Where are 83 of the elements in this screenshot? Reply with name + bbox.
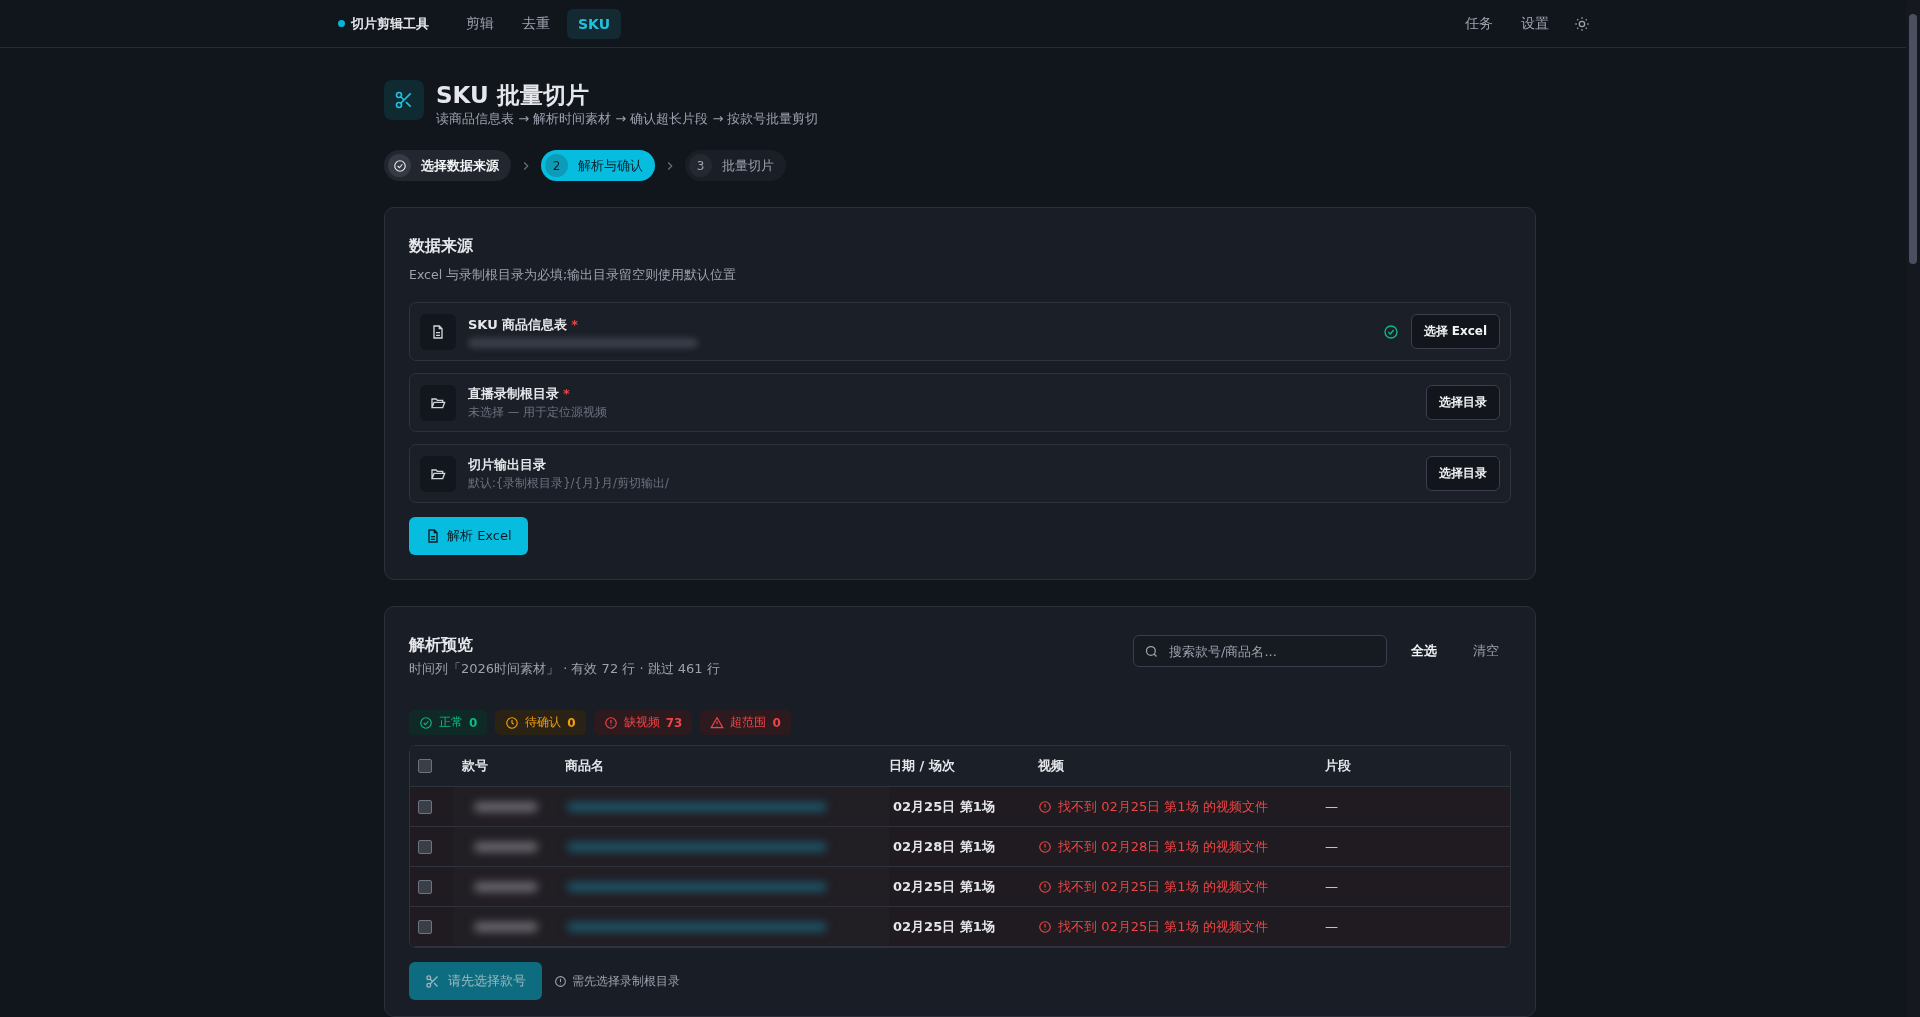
- required-mark: *: [571, 316, 579, 332]
- video-status: 找不到 02月28日 第1场 的视频文件: [1038, 837, 1325, 856]
- status-chip[interactable]: 缺视频 73: [593, 710, 693, 735]
- select-all-checkbox[interactable]: [418, 759, 432, 773]
- video-status: 找不到 02月25日 第1场 的视频文件: [1038, 797, 1325, 816]
- table-cell-text: 02月25日 第1场: [892, 877, 996, 896]
- document-icon: [425, 528, 441, 544]
- choose-button[interactable]: 选择 Excel: [1410, 314, 1500, 349]
- table-cell-text: —: [1325, 799, 1339, 814]
- card-description: Excel 与录制根目录为必填;输出目录留空则使用默认位置: [409, 267, 738, 284]
- step-pill[interactable]: 选择数据来源: [384, 150, 511, 181]
- table-cell-text: —: [1325, 879, 1339, 894]
- step-pill[interactable]: 3 批量切片: [685, 150, 786, 181]
- required-mark: *: [563, 386, 570, 401]
- nav-tab[interactable]: 剪辑: [455, 7, 505, 40]
- preview-summary: 时间列「2026时间素材」 · 有效 72 行 · 跳过 461 行: [409, 660, 720, 678]
- status-chip[interactable]: 超范围 0: [700, 710, 791, 735]
- scissors-icon: [384, 80, 424, 120]
- blurred-sku: [474, 801, 538, 812]
- select-all-button[interactable]: 全选: [1399, 636, 1449, 666]
- alert-icon: [1038, 879, 1052, 894]
- scissors-icon: [425, 973, 440, 989]
- document-icon: [420, 313, 456, 350]
- column-header: 商品名: [564, 757, 605, 775]
- field-hint: 默认:{录制根目录}/{月}月/剪切输出/: [468, 476, 670, 491]
- alert-icon: [1038, 919, 1052, 934]
- status-icon: [505, 715, 520, 730]
- choose-button[interactable]: 选择目录: [1426, 385, 1500, 420]
- folder-icon: [420, 455, 456, 492]
- blurred-sku: [474, 921, 538, 932]
- field-hint: 未选择 — 用于定位源视频: [468, 405, 608, 420]
- column-header: 日期 / 场次: [889, 757, 956, 775]
- alert-icon: [1038, 799, 1052, 814]
- nav-link[interactable]: 任务: [1454, 7, 1504, 40]
- video-status: 找不到 02月25日 第1场 的视频文件: [1038, 877, 1325, 896]
- page-subtitle: 读商品信息表 → 解析时间素材 → 确认超长片段 → 按款号批量剪切: [436, 110, 819, 128]
- alert-icon: [1038, 839, 1052, 854]
- search-field[interactable]: 搜索款号/商品名...: [1133, 635, 1387, 667]
- brand-dot-icon: [338, 20, 345, 27]
- video-status: 找不到 02月25日 第1场 的视频文件: [1038, 917, 1325, 936]
- row-checkbox[interactable]: [418, 919, 432, 934]
- nav-link[interactable]: 设置: [1510, 7, 1560, 40]
- table-cell-text: —: [1325, 839, 1339, 854]
- status-chip[interactable]: 正常 0: [409, 710, 488, 735]
- folder-icon: [420, 384, 456, 421]
- blurred-sku: [474, 841, 538, 852]
- row-checkbox[interactable]: [418, 879, 432, 894]
- search-input[interactable]: 搜索款号/商品名...: [1167, 642, 1376, 660]
- column-header: 片段: [1325, 757, 1352, 775]
- nav-tab[interactable]: SKU: [567, 8, 622, 39]
- step-pill[interactable]: 2 解析与确认: [541, 150, 655, 181]
- row-checkbox[interactable]: [418, 839, 432, 854]
- status-icon: [710, 715, 725, 730]
- field-label: SKU 商品信息表: [468, 316, 568, 332]
- theme-sun-icon[interactable]: [1574, 15, 1590, 32]
- card-title: 数据来源: [409, 236, 474, 257]
- scrollbar[interactable]: [1906, 0, 1920, 1017]
- app-brand: 切片剪辑工具: [351, 14, 429, 33]
- table-cell-text: —: [1325, 919, 1339, 934]
- step-badge: 3: [689, 154, 712, 177]
- nav-tab[interactable]: 去重: [511, 7, 561, 40]
- column-header: 款号: [461, 757, 489, 775]
- table-cell-text: 02月25日 第1场: [892, 797, 996, 816]
- step-badge: 2: [545, 154, 568, 177]
- page-title: SKU 批量切片: [436, 81, 590, 110]
- search-icon: [1144, 643, 1159, 659]
- row-checkbox[interactable]: [418, 799, 432, 814]
- info-icon: [554, 974, 567, 988]
- parse-excel-button[interactable]: 解析 Excel: [409, 517, 528, 555]
- column-header: 视频: [1038, 757, 1065, 775]
- status-chip[interactable]: 待确认 0: [495, 710, 586, 735]
- table-cell-text: 02月28日 第1场: [892, 837, 996, 856]
- field-label: 直播录制根目录: [468, 386, 559, 401]
- blurred-sku: [474, 881, 538, 892]
- status-icon: [419, 715, 433, 730]
- clear-button[interactable]: 清空: [1461, 636, 1511, 666]
- status-icon: [603, 715, 618, 730]
- card-title: 解析预览: [409, 635, 474, 656]
- choose-button[interactable]: 选择目录: [1426, 456, 1500, 491]
- hint-text: 需先选择录制根目录: [572, 973, 680, 989]
- step-badge: [388, 154, 411, 177]
- table-cell-text: 02月25日 第1场: [892, 917, 996, 936]
- field-label: 切片输出目录: [468, 457, 546, 472]
